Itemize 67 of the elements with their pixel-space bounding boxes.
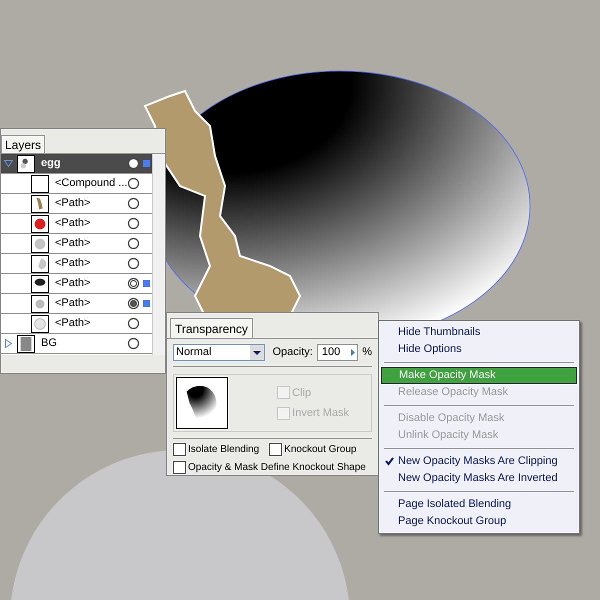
layer-name: <Path> (55, 316, 92, 332)
layer-row[interactable]: <Path> (1, 314, 152, 334)
tab-label: Transparency (175, 320, 248, 338)
layer-name: egg (41, 156, 62, 172)
target-circle-icon[interactable] (127, 217, 140, 230)
checkbox-label: Clip (292, 386, 312, 400)
layer-name: <Path> (55, 216, 92, 232)
layers-tab[interactable]: Layers (1, 135, 46, 153)
opacity-label: Opacity: (272, 345, 313, 360)
layer-name: <Compound ... (55, 176, 128, 192)
target-circle-icon[interactable] (127, 177, 140, 190)
layer-thumbnail (31, 234, 49, 252)
layer-row[interactable]: BG (1, 334, 152, 354)
layer-name: <Path> (55, 276, 92, 292)
slider-arrow-icon (349, 348, 358, 357)
checkbox-label: Invert Mask (292, 406, 349, 421)
layer-name: <Path> (55, 196, 92, 212)
layer-thumbnail (31, 294, 49, 312)
transparency-tab[interactable]: Transparency (170, 318, 253, 338)
collapse-triangle-icon[interactable] (4, 339, 12, 348)
layer-row[interactable]: <Path> (1, 214, 152, 234)
layer-row[interactable]: <Path> (1, 234, 152, 254)
expand-triangle-icon[interactable] (4, 159, 12, 168)
layer-thumbnail (31, 174, 49, 192)
target-circle-icon[interactable] (127, 337, 140, 350)
mask-thumbnail-drawing (176, 377, 228, 429)
menu-item[interactable]: New Opacity Masks Are Clipping (381, 453, 577, 470)
target-circle-icon[interactable] (127, 297, 140, 310)
layer-row[interactable]: <Path> (1, 194, 152, 214)
target-circle-icon[interactable] (127, 157, 140, 170)
checkbox-label: Isolate Blending (188, 443, 260, 457)
layer-thumbnail (31, 214, 49, 232)
target-circle-icon[interactable] (127, 317, 140, 330)
percent-label: % (362, 345, 372, 360)
layer-row[interactable]: <Path> (1, 274, 152, 294)
layer-thumbnail (31, 194, 49, 212)
checkmark-icon (385, 457, 394, 466)
menu-item[interactable]: New Opacity Masks Are Inverted (381, 470, 577, 487)
target-circle-icon[interactable] (127, 257, 140, 270)
layer-thumbnail (31, 314, 49, 332)
tab-label: Layers (5, 136, 42, 154)
layer-thumbnail (31, 254, 49, 272)
layer-thumbnail (17, 334, 35, 352)
checkbox[interactable] (173, 443, 186, 456)
layer-row[interactable]: <Compound ... (1, 174, 152, 194)
layer-row[interactable]: <Path> (1, 294, 152, 314)
target-circle-icon[interactable] (127, 237, 140, 250)
blend-mode-dropdown[interactable]: Normal (173, 344, 266, 361)
layer-name: <Path> (55, 256, 92, 272)
opacity-field[interactable]: 100 (316, 344, 358, 361)
menu-item[interactable]: Hide Thumbnails (381, 324, 577, 341)
layer-name: BG (41, 336, 58, 352)
scrollbar[interactable] (152, 154, 165, 355)
layer-name: <Path> (55, 296, 92, 312)
checkbox-label: Knockout Group (284, 443, 356, 457)
menu-item[interactable]: Hide Options (381, 341, 577, 358)
layer-name: <Path> (55, 236, 92, 252)
layer-row[interactable]: <Path> (1, 254, 152, 274)
checkbox[interactable] (173, 461, 186, 474)
menu-item[interactable]: Page Isolated Blending (381, 496, 577, 513)
target-circle-icon[interactable] (127, 277, 140, 290)
checkbox-label: Opacity & Mask Define Knockout Shape (188, 461, 366, 475)
menu-item[interactable]: Page Knockout Group (381, 513, 577, 530)
layer-row[interactable]: egg (1, 154, 152, 174)
checkbox[interactable] (269, 443, 282, 456)
layer-thumbnail (31, 274, 49, 292)
target-circle-icon[interactable] (127, 197, 140, 210)
